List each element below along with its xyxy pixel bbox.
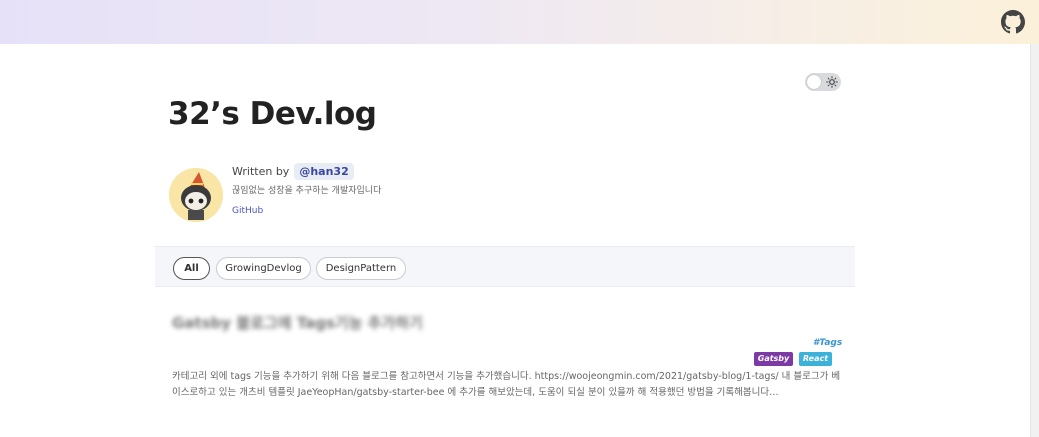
github-link[interactable]: GitHub (232, 206, 263, 216)
category-designpattern[interactable]: DesignPattern (316, 257, 406, 280)
category-growingdevlog[interactable]: GrowingDevlog (216, 257, 311, 280)
category-bar: All GrowingDevlog DesignPattern (155, 246, 855, 287)
post-title[interactable]: Gatsby 블로그에 Tags기능 추가하기 (172, 312, 423, 333)
blog-title[interactable]: 32’s Dev.log (168, 96, 377, 132)
author-badge[interactable]: @han32 (294, 163, 354, 180)
post-tag-name[interactable]: #Tags (813, 338, 842, 348)
theme-toggle[interactable] (805, 73, 841, 91)
sun-icon (826, 76, 838, 88)
author-bio: 끊임없는 성장을 추구하는 개발자입니다 (232, 186, 382, 196)
post-excerpt[interactable]: 카테고리 외에 tags 기능을 추가하기 위해 다음 블로그를 참고하면서 기… (172, 369, 842, 401)
page-scrollbar[interactable] (1030, 44, 1039, 437)
top-header-bar (0, 0, 1039, 44)
category-all[interactable]: All (173, 257, 210, 280)
toggle-knob (807, 75, 821, 89)
author-line: Written by @han32 (232, 163, 354, 180)
github-icon[interactable] (1001, 10, 1025, 34)
written-by-label: Written by (232, 165, 290, 178)
tag-react[interactable]: React (799, 352, 832, 366)
avatar (169, 168, 223, 222)
tag-gatsby[interactable]: Gatsby (754, 352, 793, 366)
